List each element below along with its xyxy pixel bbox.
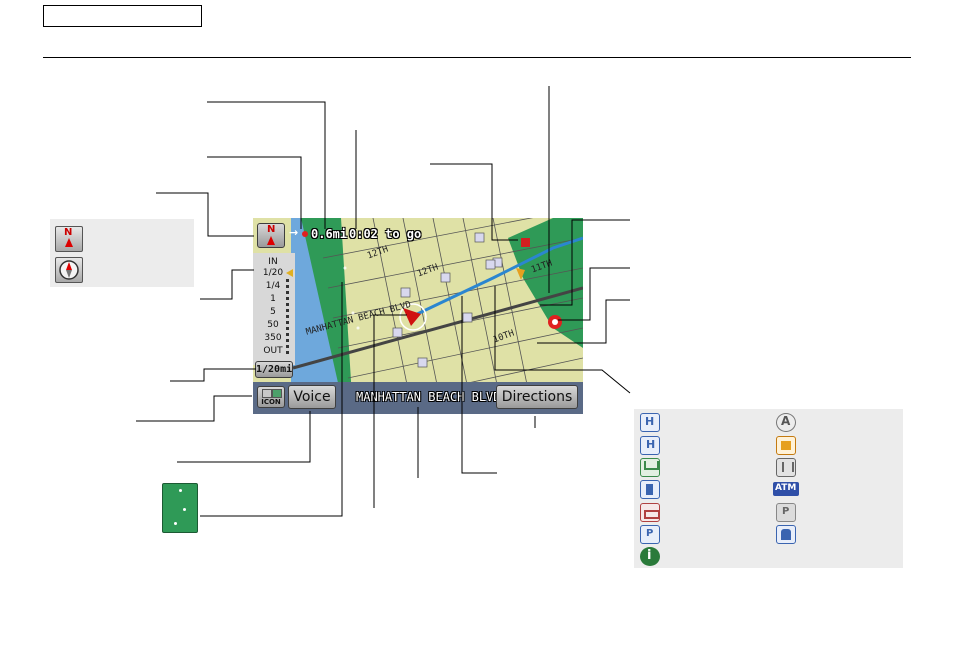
acura-dealer-icon: A bbox=[776, 413, 796, 432]
gas-station-icon bbox=[640, 480, 660, 499]
bus-glyph bbox=[781, 529, 791, 540]
school-icon bbox=[776, 436, 796, 455]
cart-glyph bbox=[644, 461, 659, 470]
acura-a-mark: A bbox=[781, 414, 791, 428]
info-letter: i bbox=[647, 548, 652, 563]
atm-icon: ATM bbox=[773, 482, 799, 496]
atm-text: ATM bbox=[775, 483, 797, 493]
gas-pump-glyph bbox=[646, 484, 653, 495]
parking-lot-icon: P bbox=[776, 503, 796, 522]
hospital-letter: H bbox=[646, 438, 656, 451]
parking-letter: P bbox=[782, 506, 790, 517]
school-glyph bbox=[781, 441, 791, 450]
utensils-glyph bbox=[782, 462, 794, 472]
hotel-bed-icon bbox=[640, 503, 660, 522]
information-icon: i bbox=[640, 547, 660, 566]
bed-glyph bbox=[644, 510, 660, 519]
hospital-icon: H bbox=[640, 436, 660, 455]
shopping-cart-icon bbox=[640, 458, 660, 477]
poi-icon-legend: H H P i A ATM P bbox=[634, 409, 903, 568]
parking-garage-icon: P bbox=[640, 525, 660, 544]
restaurant-icon bbox=[776, 458, 796, 477]
bus-station-icon bbox=[776, 525, 796, 544]
parking-letter: P bbox=[646, 528, 654, 539]
honda-h-mark: H bbox=[645, 415, 655, 428]
honda-dealer-icon: H bbox=[640, 413, 660, 432]
